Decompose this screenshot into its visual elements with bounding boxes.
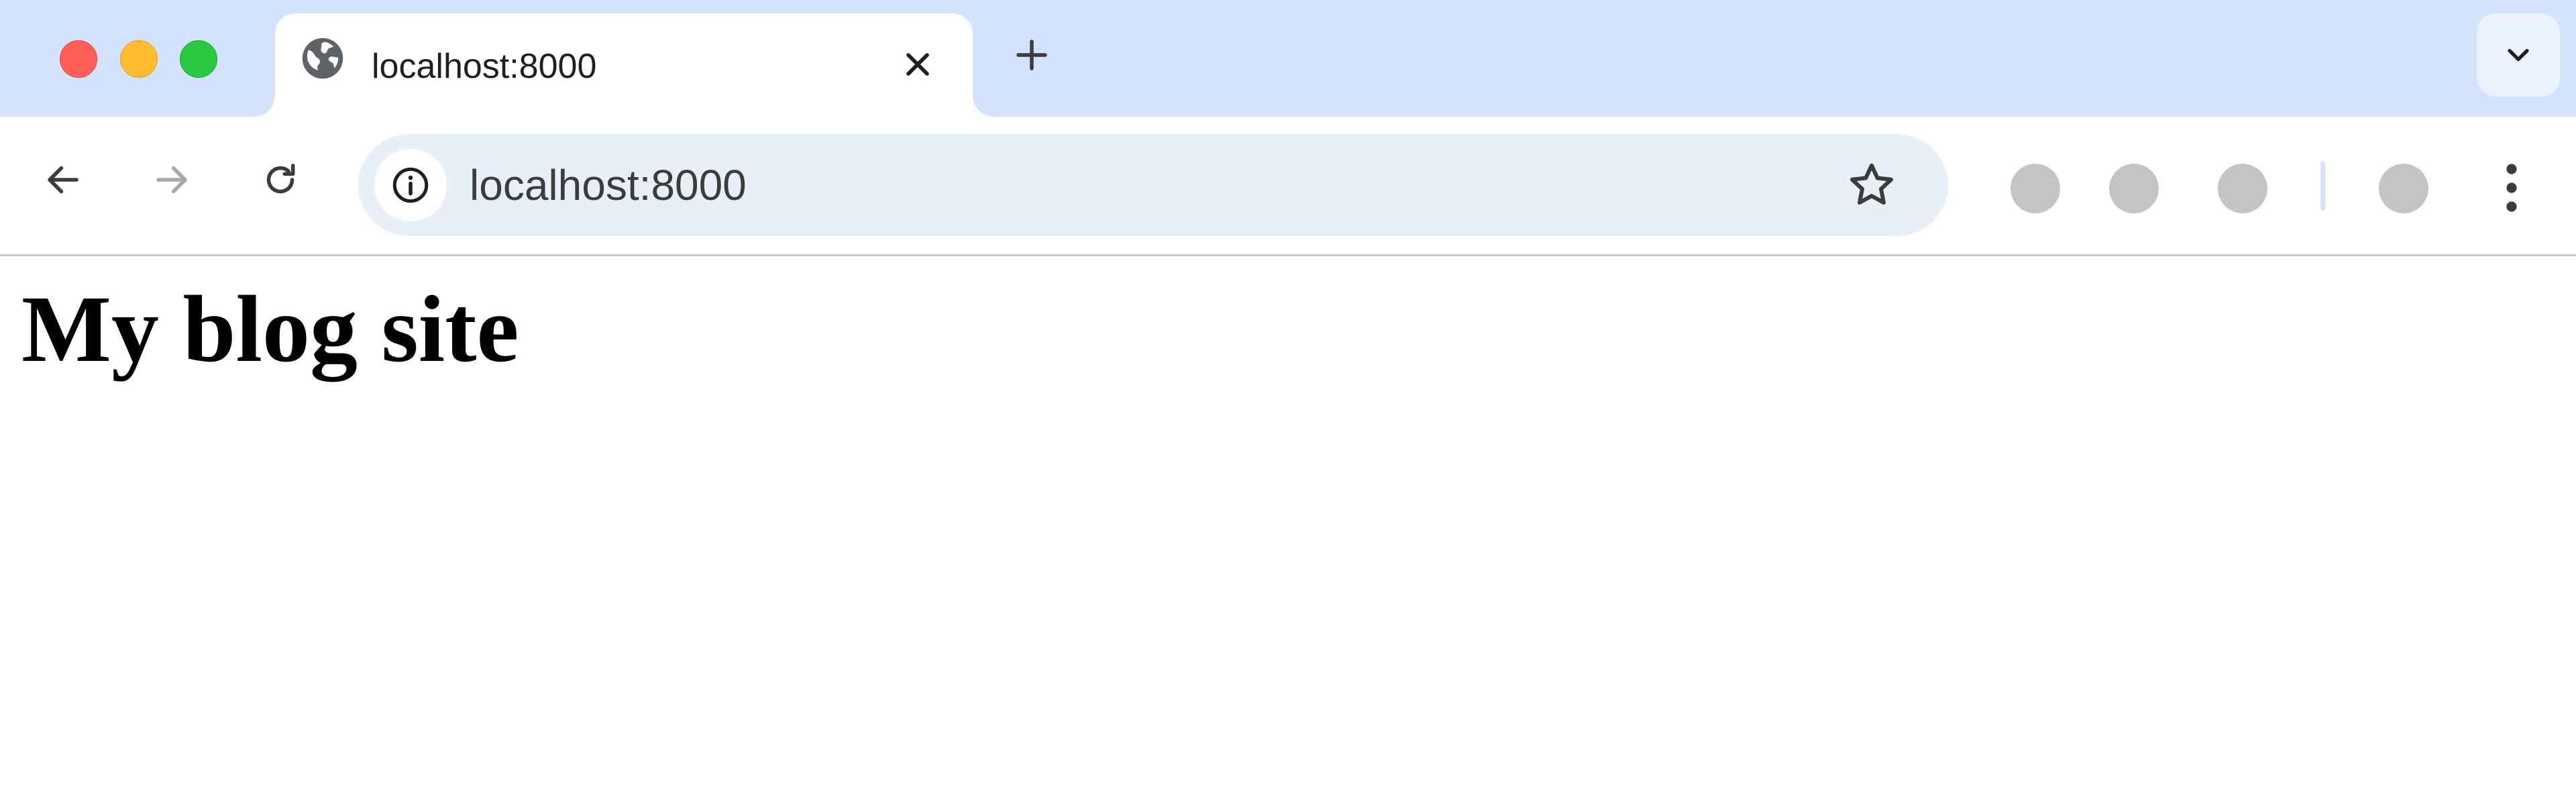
info-icon (392, 167, 429, 203)
new-tab-button[interactable] (1012, 35, 1052, 75)
arrow-right-icon (156, 166, 187, 194)
chevron-down-icon (2508, 48, 2529, 62)
tab-search-button[interactable] (2477, 13, 2560, 97)
tab-close-icon[interactable] (899, 46, 936, 83)
url-text[interactable]: localhost:8000 (470, 158, 747, 212)
extension-icon[interactable] (2218, 164, 2267, 213)
extension-icon[interactable] (2010, 164, 2060, 213)
reload-icon (266, 164, 295, 194)
reload-button[interactable] (252, 152, 309, 208)
tab-strip: localhost:8000 (0, 0, 2576, 117)
arrow-left-icon (48, 166, 78, 194)
profile-avatar[interactable] (2379, 164, 2428, 213)
page-content: My blog site (0, 258, 2576, 801)
address-bar[interactable]: localhost:8000 (358, 134, 1948, 236)
page-title: My blog site (21, 276, 519, 382)
globe-icon (301, 36, 345, 81)
forward-button[interactable] (144, 152, 200, 208)
star-icon[interactable] (1845, 158, 1898, 212)
kebab-menu-icon[interactable] (2493, 160, 2530, 216)
site-info-button[interactable] (374, 149, 447, 221)
tab-title: localhost:8000 (372, 47, 597, 86)
toolbar-divider (2320, 161, 2325, 211)
tab-active[interactable]: localhost:8000 (255, 13, 993, 117)
back-button[interactable] (35, 152, 91, 208)
browser-window: localhost:8000 localhost:8000 My blog si… (0, 0, 2576, 801)
navigation-toolbar: localhost:8000 (0, 117, 2576, 256)
window-close-button[interactable] (60, 40, 97, 78)
window-minimize-button[interactable] (120, 40, 158, 78)
window-maximize-button[interactable] (180, 40, 217, 78)
extension-icon[interactable] (2109, 164, 2159, 213)
